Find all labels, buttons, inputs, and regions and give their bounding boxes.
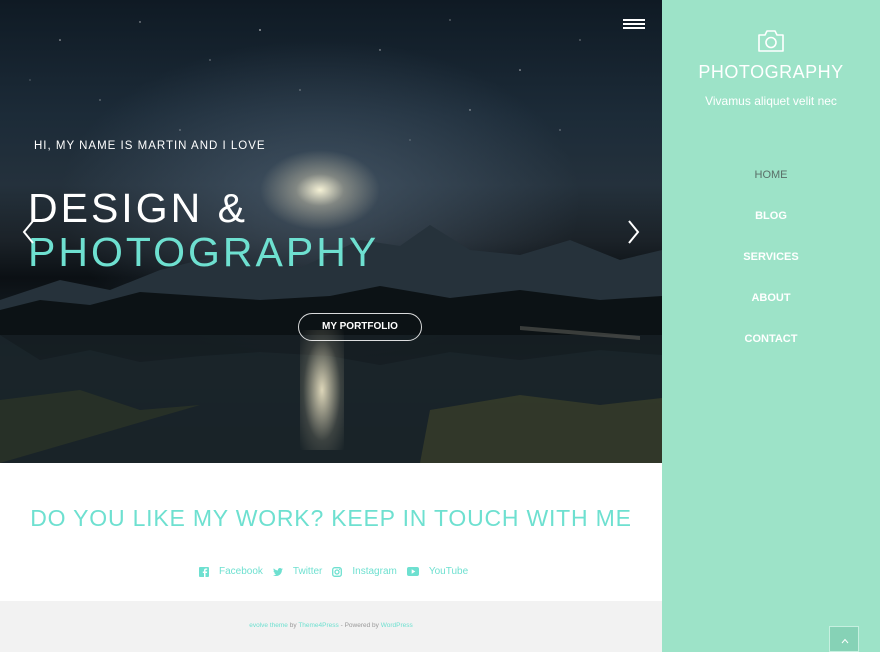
footer-author-link[interactable]: Theme4Press	[298, 622, 338, 629]
hero-intro-text: HI, MY NAME IS MARTIN AND I LOVE	[34, 140, 266, 152]
social-label-instagram: Instagram	[352, 566, 397, 577]
facebook-icon	[199, 566, 209, 577]
back-to-top-button[interactable]	[829, 626, 859, 652]
social-label-twitter: Twitter	[292, 566, 323, 577]
hero-slider: HI, MY NAME IS MARTIN AND I LOVE DESIGN …	[0, 0, 662, 463]
footer-theme-link[interactable]: evolve theme	[249, 622, 288, 629]
slider-prev-arrow-icon[interactable]	[20, 218, 38, 246]
nav-item-services[interactable]: SERVICES	[662, 251, 880, 292]
menu-toggle-icon[interactable]	[623, 19, 645, 33]
instagram-icon	[332, 566, 343, 577]
youtube-icon	[406, 567, 419, 576]
my-portfolio-button[interactable]: MY PORTFOLIO	[298, 313, 422, 341]
hero-headline-line1: DESIGN &	[28, 185, 248, 231]
nav-item-about[interactable]: ABOUT	[662, 292, 880, 333]
slider-next-arrow-icon[interactable]	[624, 218, 642, 246]
hero-headline-line2: PHOTOGRAPHY	[28, 229, 380, 275]
footer-credits: evolve theme by Theme4Press - Powered by…	[0, 622, 662, 629]
nav-item-blog[interactable]: BLOG	[662, 210, 880, 251]
footer-by-text: by	[289, 622, 297, 629]
footer-separator: -	[340, 622, 343, 629]
nav-item-home[interactable]: HOME	[662, 169, 880, 210]
camera-icon	[758, 30, 784, 52]
site-tagline: Vivamus aliquet velit nec	[705, 94, 837, 108]
main-content: HI, MY NAME IS MARTIN AND I LOVE DESIGN …	[0, 0, 662, 652]
footer-powered-text: Powered by	[344, 622, 379, 629]
nav-item-contact[interactable]: CONTACT	[662, 333, 880, 374]
sidebar-nav: HOME BLOG SERVICES ABOUT CONTACT	[662, 169, 880, 374]
social-link-twitter[interactable]: Twitter	[272, 566, 323, 577]
chevron-up-icon	[841, 638, 849, 644]
footer: evolve theme by Theme4Press - Powered by…	[0, 601, 662, 652]
social-link-youtube[interactable]: YouTube	[406, 566, 469, 577]
moon-reflection	[300, 330, 344, 450]
social-label-youtube: YouTube	[428, 566, 469, 577]
social-links: Facebook Twitter Instagram YouTube	[199, 566, 478, 577]
twitter-icon	[272, 567, 283, 576]
social-link-facebook[interactable]: Facebook	[199, 566, 263, 577]
contact-heading: DO YOU LIKE MY WORK? KEEP IN TOUCH WITH …	[30, 505, 632, 531]
footer-platform-link[interactable]: WordPress	[381, 622, 413, 629]
social-link-instagram[interactable]: Instagram	[332, 566, 397, 577]
social-label-facebook: Facebook	[219, 566, 263, 577]
contact-section: DO YOU LIKE MY WORK? KEEP IN TOUCH WITH …	[0, 463, 662, 601]
site-title[interactable]: PHOTOGRAPHY	[662, 62, 880, 83]
